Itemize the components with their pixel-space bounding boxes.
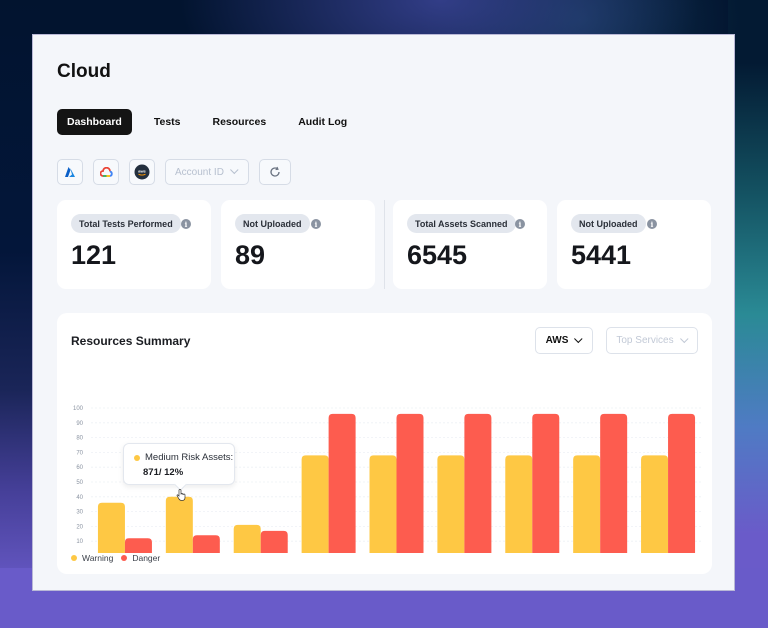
chevron-down-icon [229,165,239,175]
bar-danger [532,413,560,553]
y-tick-label: 100 [73,406,84,412]
stat-label: Not Uploaded [235,214,310,233]
chart-legend: Warning Danger [71,553,160,563]
tab-bar: Dashboard Tests Resources Audit Log [57,109,357,135]
azure-icon [65,167,75,177]
provider-toolbar: aws Account ID [57,159,291,185]
chart-tooltip: Medium Risk Assets: 871/ 12% [123,443,235,485]
y-tick-label: 60 [76,465,83,471]
danger-dot-icon [121,555,128,561]
cloud-dashboard-window: Cloud Dashboard Tests Resources Audit Lo… [32,34,735,591]
page-title: Cloud [57,61,111,82]
tab-resources[interactable]: Resources [203,109,277,135]
legend-item-danger[interactable]: Danger [121,553,160,563]
hand-cursor-icon [176,489,186,501]
tab-audit-log[interactable]: Audit Log [288,109,357,135]
account-id-placeholder: Account ID [175,166,224,178]
legend-item-warning[interactable]: Warning [71,553,113,563]
info-icon[interactable]: i [515,219,525,229]
stats-row: Total Tests Performed i 121 Not Uploaded… [57,200,711,289]
stat-label: Total Tests Performed [71,214,181,233]
tooltip-label-row: Medium Risk Assets: [134,452,233,463]
y-tick-label: 30 [76,510,83,516]
bar-warning [233,524,261,553]
y-tick-label: 20 [76,524,83,530]
resources-summary-card: Resources Summary AWS Top Services 01020… [57,313,712,574]
refresh-icon [270,166,280,177]
bar-danger [600,413,628,553]
tooltip-value: 871/ 12% [143,467,184,478]
aws-icon: aws [134,164,150,180]
bar-danger [328,413,356,553]
stats-divider [384,200,385,289]
bar-warning [97,502,125,553]
bar-danger [668,413,696,553]
resources-bar-chart: 0102030405060708090100Virtual Private Cl… [73,406,702,553]
warning-dot-icon [71,555,77,561]
azure-button[interactable] [57,159,83,185]
bar-warning [573,455,601,553]
y-tick-label: 40 [76,495,83,501]
bar-warning [641,455,669,553]
bar-warning [437,455,465,553]
stat-card-tests-not-uploaded: Not Uploaded i 89 [221,200,375,289]
legend-label: Warning [82,553,114,563]
stat-value: 6545 [407,240,468,270]
aws-button[interactable]: aws [129,159,155,185]
y-tick-label: 10 [76,539,83,545]
info-icon[interactable]: i [311,219,321,229]
y-tick-label: 70 [76,450,83,456]
y-tick-label: 50 [76,480,83,486]
bar-danger [192,535,220,553]
svg-text:aws: aws [138,169,146,174]
refresh-button[interactable] [259,159,291,185]
stat-card-total-tests: Total Tests Performed i 121 [57,200,211,289]
stat-value: 5441 [571,240,632,270]
y-tick-label: 90 [76,421,83,427]
bar-danger [260,530,288,553]
tooltip-label: Medium Risk Assets: [145,452,234,463]
bar-warning [505,455,533,553]
google-cloud-icon [99,166,113,177]
stat-value: 121 [71,240,117,270]
bar-danger [396,413,424,553]
tab-dashboard[interactable]: Dashboard [57,109,132,135]
stat-card-assets-not-uploaded: Not Uploaded i 5441 [557,200,711,289]
stat-card-total-assets: Total Assets Scanned i 6545 [393,200,547,289]
bar-warning [165,496,193,553]
account-id-select[interactable]: Account ID [165,159,249,185]
y-tick-label: 80 [76,436,83,442]
stat-label: Not Uploaded [571,214,646,233]
bar-danger [464,413,492,553]
bar-danger [124,538,152,553]
legend-label: Danger [132,553,161,563]
info-icon[interactable]: i [647,219,657,229]
bar-warning [369,455,397,553]
warning-dot-icon [134,454,140,461]
info-icon[interactable]: i [181,219,191,229]
tab-tests[interactable]: Tests [144,109,191,135]
stat-value: 89 [235,240,266,270]
stat-label: Total Assets Scanned [407,214,516,233]
google-cloud-button[interactable] [93,159,119,185]
bar-warning [301,455,329,553]
